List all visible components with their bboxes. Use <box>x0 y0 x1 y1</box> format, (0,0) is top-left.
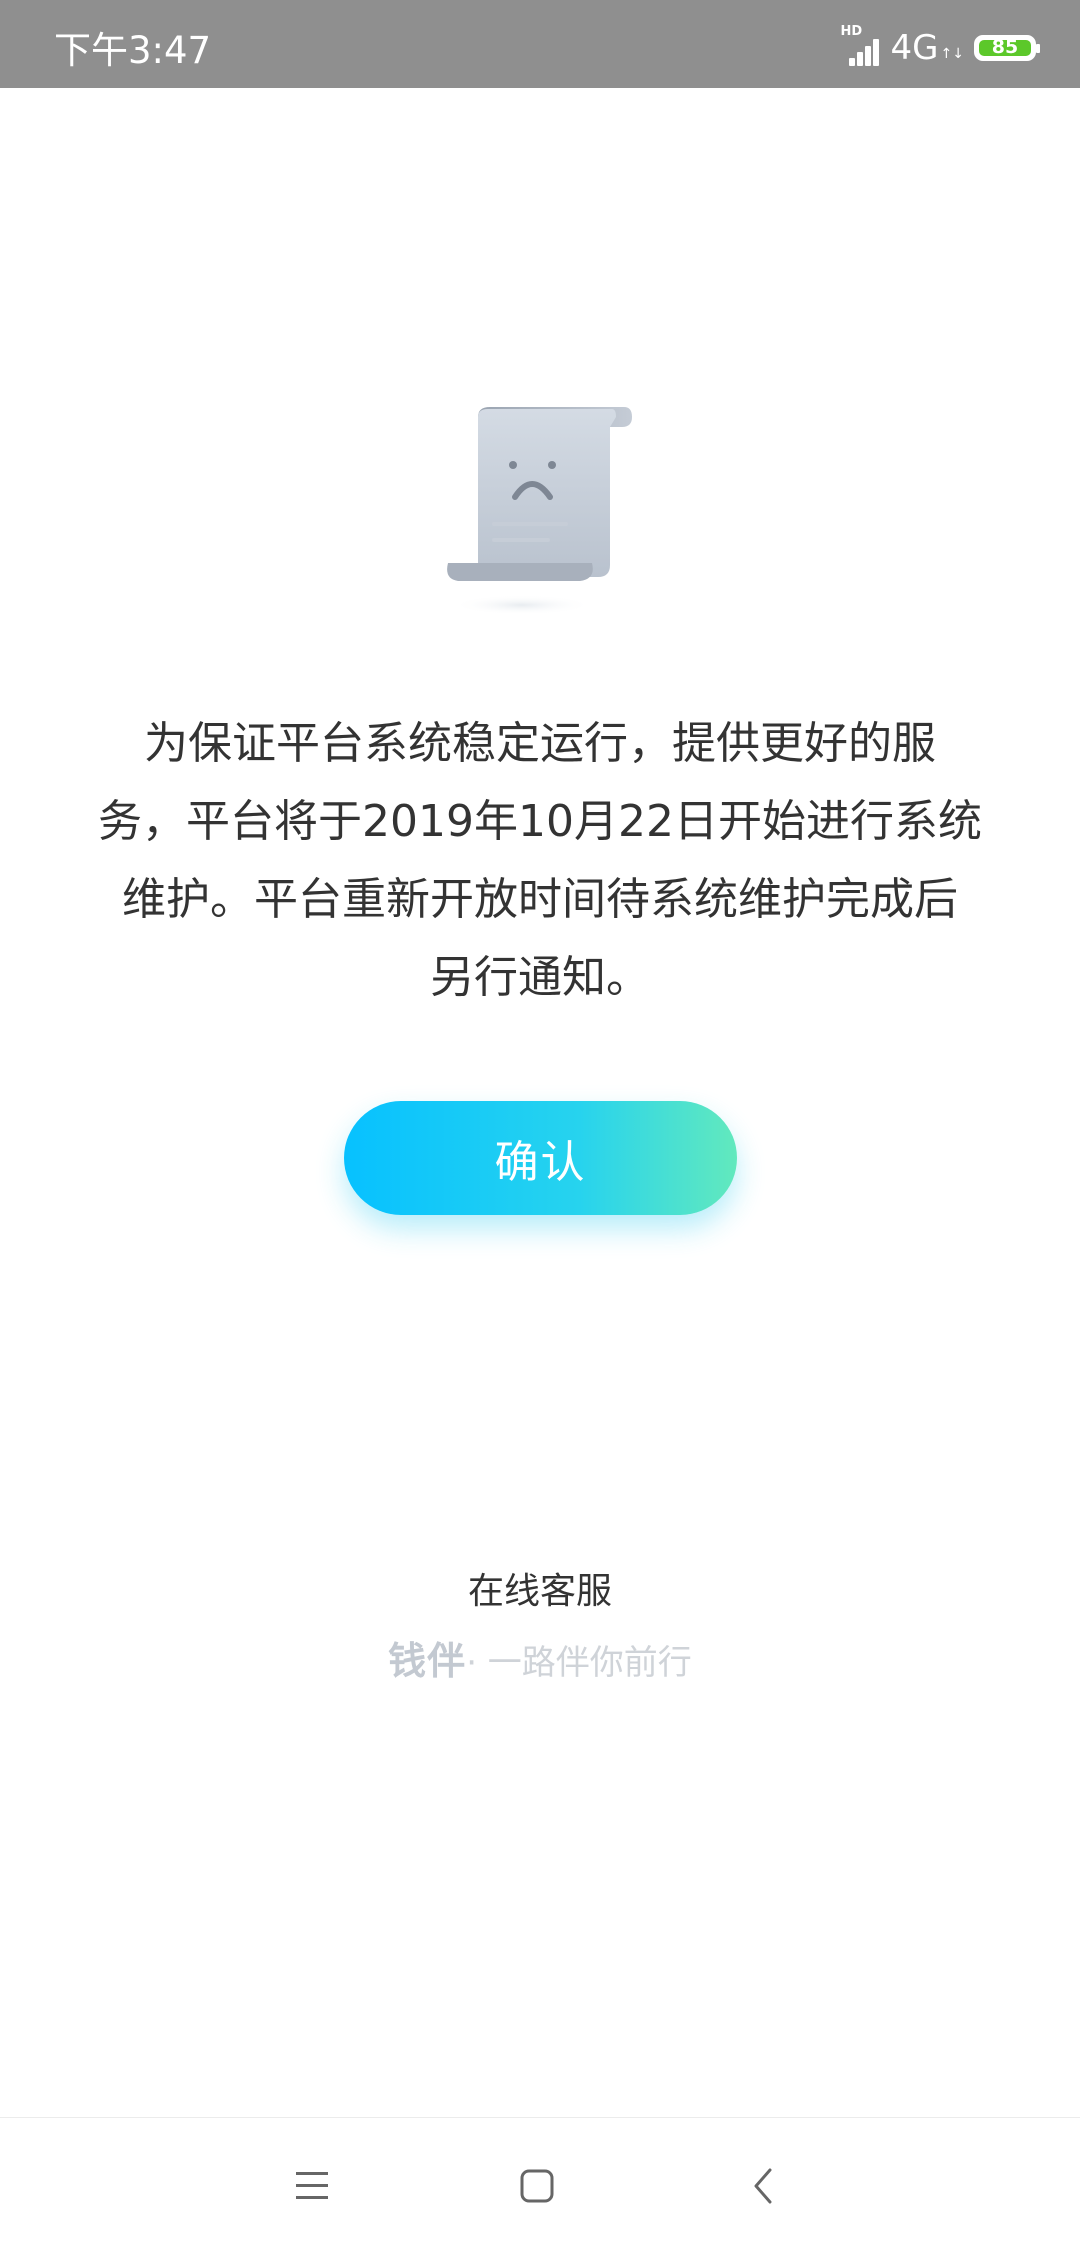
maintenance-notice: 为保证平台系统稳定运行，提供更好的服 务，平台将于2019年10月22日开始进行… <box>80 705 1000 1017</box>
notice-line: 务，平台将于2019年10月22日开始进行系统 <box>98 796 982 847</box>
battery-level: 85 <box>991 36 1019 58</box>
notice-line: 另行通知。 <box>430 952 650 1003</box>
status-bar: 下午3:47 HD 4G ↑↓ 85 <box>0 0 1080 88</box>
notice-line: 为保证平台系统稳定运行，提供更好的服 <box>144 718 936 769</box>
home-icon[interactable] <box>497 2146 577 2226</box>
status-indicators: HD 4G ↑↓ 85 <box>841 24 1040 68</box>
network-type: 4G <box>890 28 939 68</box>
back-icon[interactable] <box>723 2146 803 2226</box>
signal-icon: HD <box>841 24 885 66</box>
footer-brand: 钱伴· 一路伴你前行 <box>0 1630 1080 1685</box>
online-customer-service-link[interactable]: 在线客服 <box>0 1562 1080 1614</box>
hd-label: HD <box>840 24 863 39</box>
sad-document-icon <box>440 405 640 625</box>
status-time: 下午3:47 <box>54 29 212 72</box>
battery-icon: 85 <box>974 35 1040 61</box>
data-arrows-icon: ↑↓ <box>940 46 964 62</box>
notice-line: 维护。平台重新开放时间待系统维护完成后 <box>122 874 958 925</box>
confirm-button[interactable]: 确认 <box>344 1101 737 1215</box>
menu-icon[interactable] <box>274 2146 354 2226</box>
system-nav-bar <box>0 2117 1080 2248</box>
brand-slogan: · 一路伴你前行 <box>466 1643 692 1683</box>
brand-logo: 钱伴 <box>388 1639 467 1683</box>
